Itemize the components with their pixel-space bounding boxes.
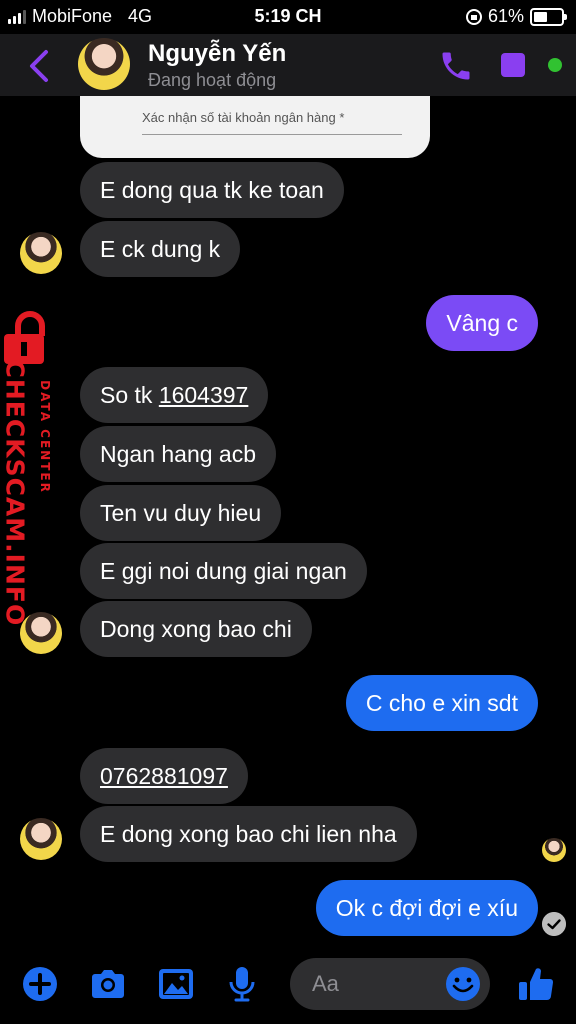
plus-icon[interactable] [20,964,60,1004]
back-chevron-icon[interactable] [22,46,58,86]
message-bubble-incoming[interactable]: So tk 1604397 [80,367,269,423]
status-bar: MobiFone 4G 5:19 CH 61% [0,0,576,34]
emoji-icon[interactable] [445,966,481,1002]
checkscam-watermark: DATA CENTER CHECKSCAM.INFO [0,308,70,626]
contact-name[interactable]: Nguyễn Yến [148,40,286,68]
sender-avatar[interactable] [20,612,62,654]
rotation-lock-icon [465,8,482,25]
battery-icon [530,7,567,26]
contact-avatar[interactable] [78,38,130,90]
message-bubble-incoming[interactable]: E ck dung k [80,221,241,277]
chat-header: Nguyễn Yến Đang hoạt động [0,34,576,96]
contact-status: Đang hoạt động [148,70,277,90]
watermark-subtitle: DATA CENTER [38,380,52,494]
seen-receipt-avatar [542,838,566,862]
message-bubble-outgoing[interactable]: C cho e xin sdt [345,675,538,731]
status-right: 61% [465,6,567,27]
sender-avatar[interactable] [20,818,62,860]
thumbs-up-icon[interactable] [516,964,556,1004]
microphone-icon[interactable] [222,964,262,1004]
message-bubble-incoming[interactable]: Dong xong bao chi [80,601,312,657]
message-text: So tk [100,382,159,408]
lock-icon [4,311,45,364]
form-field-line [142,134,402,135]
message-input-placeholder: Aa [312,971,339,996]
account-number-link[interactable]: 1604397 [159,382,249,408]
check-icon [542,912,566,936]
message-bubble-incoming[interactable]: 0762881097 [80,748,248,804]
message-bubble-incoming[interactable]: E dong qua tk ke toan [80,162,344,218]
composer-bar: Aa [0,948,576,1024]
phone-icon[interactable] [438,48,474,84]
battery-percent: 61% [487,6,524,26]
message-bubble-incoming[interactable]: Ngan hang acb [80,426,277,482]
sender-avatar[interactable] [20,232,62,274]
message-bubble-incoming[interactable]: Ten vu duy hieu [80,485,282,541]
video-camera-icon[interactable] [500,50,536,80]
phone-number-link[interactable]: 0762881097 [100,763,228,789]
message-bubble-incoming[interactable]: E ggi noi dung giai ngan [80,543,367,599]
message-bubble-outgoing[interactable]: Ok c đợi đợi e xíu [315,880,538,936]
camera-icon[interactable] [88,964,128,1004]
form-field-label: Xác nhận số tài khoản ngân hàng * [142,110,345,125]
online-indicator [548,58,562,72]
message-bubble-incoming[interactable]: E dong xong bao chi lien nha [80,806,417,862]
shared-form-image[interactable]: Xác nhận số tài khoản ngân hàng * [80,96,430,158]
image-icon[interactable] [156,964,196,1004]
watermark-brand: CHECKSCAM.INFO [0,359,30,627]
message-bubble-outgoing[interactable]: Vâng c [426,295,538,351]
